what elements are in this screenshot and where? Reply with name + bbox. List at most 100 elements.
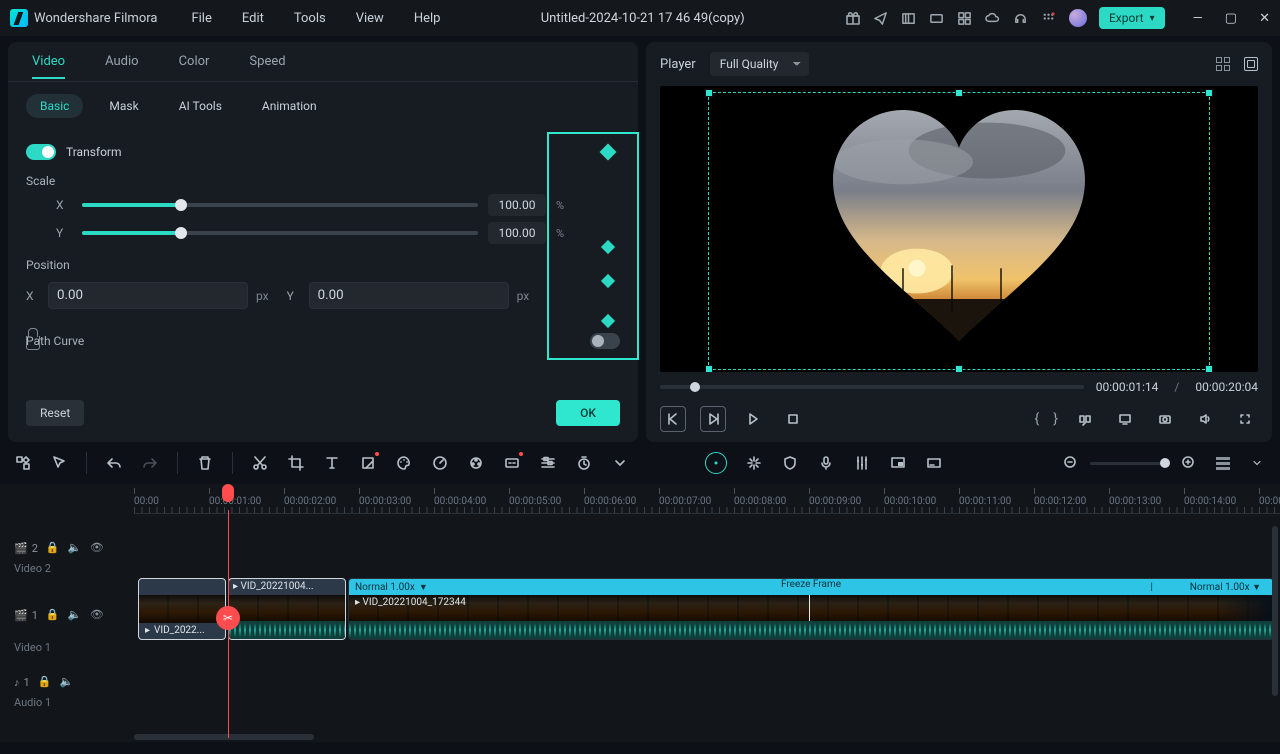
reset-button[interactable]: Reset xyxy=(26,400,84,426)
subtitle-icon[interactable] xyxy=(503,454,521,472)
track-audio1-lock-icon[interactable]: 🔒 xyxy=(38,675,52,689)
widgets-icon[interactable] xyxy=(14,454,32,472)
shield-icon[interactable] xyxy=(781,454,799,472)
subtab-ai-tools[interactable]: AI Tools xyxy=(165,94,236,118)
camera-button[interactable] xyxy=(1152,406,1178,432)
more-icon[interactable] xyxy=(611,454,629,472)
zoom-slider[interactable] xyxy=(1090,462,1170,465)
ai-icon[interactable] xyxy=(705,452,727,474)
menu-edit[interactable]: Edit xyxy=(242,11,264,26)
handle-bottom-center[interactable] xyxy=(955,365,963,372)
quality-select[interactable]: Full Quality xyxy=(710,52,809,76)
track-video1-mute-icon[interactable]: 🔈 xyxy=(68,608,82,622)
handle-top-center[interactable] xyxy=(955,89,963,97)
scale-lock-icon[interactable] xyxy=(26,336,40,350)
prev-frame-button[interactable] xyxy=(660,406,686,432)
clip-2[interactable]: ▸ VID_20221004... xyxy=(228,578,346,640)
scale-y-input[interactable] xyxy=(488,222,546,244)
toolbar-chevron-icon[interactable] xyxy=(1248,454,1266,472)
time-ruler[interactable]: 00:0000:00:01:0000:00:02:0000:00:03:0000… xyxy=(134,484,1280,514)
menu-tools[interactable]: Tools xyxy=(294,11,326,26)
cloud-icon[interactable] xyxy=(985,10,1001,26)
mic-icon[interactable] xyxy=(817,454,835,472)
keyframe-scale-x[interactable] xyxy=(601,240,615,254)
ok-button[interactable]: OK xyxy=(556,400,620,426)
layout-grid-icon[interactable] xyxy=(1216,57,1230,71)
tab-speed[interactable]: Speed xyxy=(249,54,285,79)
scale-x-input[interactable] xyxy=(488,194,546,216)
handle-top-right[interactable] xyxy=(1205,89,1213,97)
gift-icon[interactable] xyxy=(845,10,861,26)
pointer-icon[interactable] xyxy=(50,454,68,472)
pip-icon[interactable] xyxy=(889,454,907,472)
track-video2-icon[interactable]: 🎬2 xyxy=(14,542,38,555)
handle-bottom-left[interactable] xyxy=(705,365,713,372)
track-audio1-icon[interactable]: ♪1 xyxy=(14,676,30,689)
clip-1[interactable]: ▸ VID_2022... xyxy=(138,578,226,640)
grid-icon[interactable] xyxy=(957,10,973,26)
crop-icon[interactable] xyxy=(287,454,305,472)
scale-x-slider[interactable] xyxy=(82,203,478,207)
speed-dial-icon[interactable] xyxy=(431,454,449,472)
ratio-button[interactable] xyxy=(1072,406,1098,432)
send-icon[interactable] xyxy=(873,10,889,26)
path-curve-toggle[interactable] xyxy=(590,333,620,349)
sparkle-icon[interactable] xyxy=(745,454,763,472)
effects-icon[interactable] xyxy=(467,454,485,472)
tab-color[interactable]: Color xyxy=(179,54,210,79)
snapshot-frame-icon[interactable] xyxy=(1244,57,1258,71)
track-video2-mute-icon[interactable]: 🔈 xyxy=(68,541,82,555)
preview-canvas[interactable] xyxy=(660,86,1258,372)
keyframe-position[interactable] xyxy=(601,314,615,328)
mark-out-button[interactable]: } xyxy=(1053,411,1058,427)
play-button[interactable] xyxy=(700,406,726,432)
menu-view[interactable]: View xyxy=(356,11,384,26)
resize-icon[interactable] xyxy=(359,454,377,472)
track-video2-lock-icon[interactable]: 🔒 xyxy=(46,541,60,555)
playhead[interactable]: ✂ xyxy=(228,510,229,738)
maximize-button[interactable]: ▢ xyxy=(1225,11,1237,26)
menu-file[interactable]: File xyxy=(191,11,211,26)
export-button[interactable]: Export xyxy=(1099,7,1165,29)
delete-icon[interactable] xyxy=(196,454,214,472)
mixer-icon[interactable] xyxy=(853,454,871,472)
play-forward-button[interactable] xyxy=(740,406,766,432)
menu-help[interactable]: Help xyxy=(414,11,441,26)
caption-box-icon[interactable] xyxy=(925,454,943,472)
handle-top-left[interactable] xyxy=(705,89,713,97)
tab-video[interactable]: Video xyxy=(32,54,65,79)
tab-audio[interactable]: Audio xyxy=(105,54,138,79)
close-button[interactable]: ✕ xyxy=(1259,11,1270,26)
tracks-icon[interactable] xyxy=(539,454,557,472)
cut-icon[interactable] xyxy=(251,454,269,472)
track-video2-eye-icon[interactable]: 👁 xyxy=(90,541,104,555)
stop-button[interactable] xyxy=(780,406,806,432)
text-icon[interactable] xyxy=(323,454,341,472)
track-audio1-mute-icon[interactable]: 🔈 xyxy=(60,675,74,689)
zoom-in-icon[interactable] xyxy=(1180,454,1198,472)
zoom-out-icon[interactable] xyxy=(1062,454,1080,472)
timeline-h-scrollbar[interactable] xyxy=(134,734,314,740)
track-video1-icon[interactable]: 🎬1 xyxy=(14,609,38,622)
track-height-icon[interactable] xyxy=(1216,457,1230,470)
apps-icon[interactable] xyxy=(1041,10,1057,26)
avatar-icon[interactable] xyxy=(1069,9,1087,27)
timer-icon[interactable] xyxy=(575,454,593,472)
handle-bottom-right[interactable] xyxy=(1205,365,1213,372)
fullscreen-button[interactable] xyxy=(1232,406,1258,432)
keyframe-scale-y[interactable] xyxy=(601,274,615,288)
device-icon[interactable] xyxy=(929,10,945,26)
subtab-animation[interactable]: Animation xyxy=(248,94,331,118)
mark-in-button[interactable]: { xyxy=(1035,411,1040,427)
display-button[interactable] xyxy=(1112,406,1138,432)
library-icon[interactable] xyxy=(901,10,917,26)
scale-y-slider[interactable] xyxy=(82,231,478,235)
transform-toggle[interactable] xyxy=(26,144,56,160)
keyframe-transform[interactable] xyxy=(600,144,617,161)
redo-icon[interactable] xyxy=(141,454,159,472)
playhead-cut-icon[interactable]: ✂ xyxy=(216,606,240,630)
track-video1-lock-icon[interactable]: 🔒 xyxy=(46,608,60,622)
subtab-mask[interactable]: Mask xyxy=(95,94,152,118)
subtab-basic[interactable]: Basic xyxy=(26,94,83,118)
track-video1-eye-icon[interactable]: 👁 xyxy=(90,608,104,622)
